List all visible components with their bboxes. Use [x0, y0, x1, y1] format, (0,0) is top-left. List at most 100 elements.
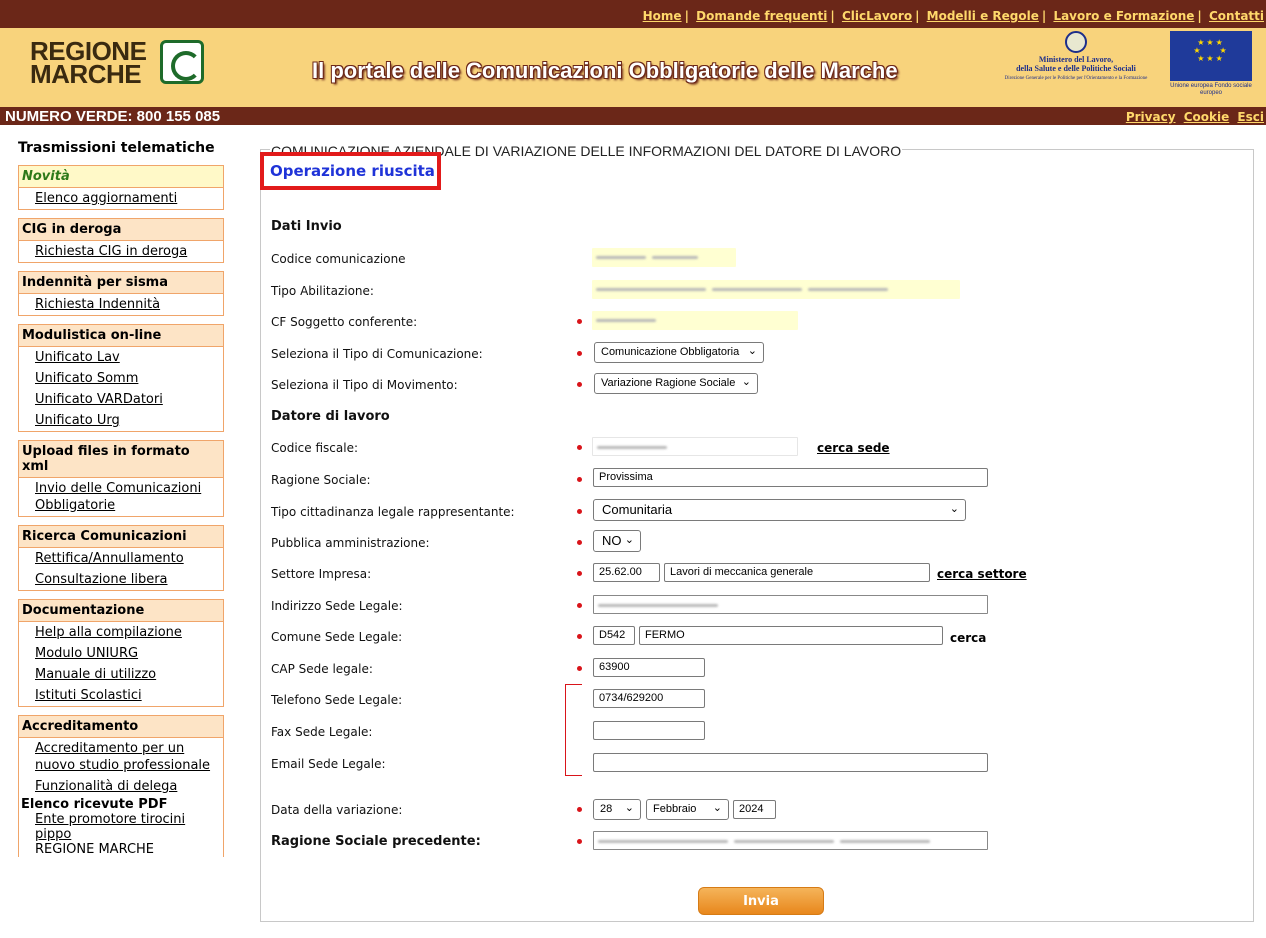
cerca-sede-link[interactable]: cerca sede [817, 441, 890, 455]
year-input[interactable]: 2024 [733, 800, 776, 819]
select-value: Variazione Ragione Sociale [601, 377, 736, 389]
required-marker [577, 477, 582, 482]
sidebar-group-head: Novità [19, 165, 223, 188]
chevron-down-icon: ⌄ [624, 802, 634, 814]
pdf-pippo-link[interactable]: pippo [19, 827, 223, 842]
top-nav: Home | Domande frequenti | ClicLavoro | Mod… [642, 9, 1264, 23]
month-select[interactable]: Febbraio ⌄ [646, 799, 729, 820]
settore-desc-input[interactable]: Lavori di meccanica generale [664, 563, 930, 582]
tipo-comunicazione-label: Seleziona il Tipo di Comunicazione: [271, 347, 483, 361]
sidebar-item-unificato-somm[interactable]: Unificato Somm [19, 368, 223, 389]
section-dati-invio: Dati Invio [271, 219, 342, 234]
codice-fiscale-label: Codice fiscale: [271, 441, 358, 455]
pubblica-amministrazione-label: Pubblica amministrazione: [271, 536, 430, 550]
chevron-down-icon: ⌄ [741, 376, 751, 388]
fax-label: Fax Sede Legale: [271, 725, 373, 739]
sidebar-item-delega[interactable]: Funzionalità di delega [19, 776, 223, 797]
codice-comunicazione-value [592, 248, 736, 267]
comune-label: Comune Sede Legale: [271, 630, 403, 644]
nav-faq-link[interactable]: Domande frequenti [696, 9, 827, 23]
sidebar-item-elenco-aggiornamenti[interactable]: Elenco aggiornamenti [19, 188, 223, 209]
codice-fiscale-input[interactable] [592, 437, 798, 456]
invia-button[interactable]: Invia [698, 887, 824, 915]
sidebar-group-head: CIG in deroga [19, 218, 223, 241]
sidebar-group-head: Documentazione [19, 599, 223, 622]
cerca-settore-link[interactable]: cerca settore [937, 567, 1027, 581]
required-marker [577, 382, 582, 387]
sidebar-item-richiesta-indennita[interactable]: Richiesta Indennità [19, 294, 223, 315]
nav-home-link[interactable]: Home [643, 9, 682, 23]
sidebar-group-modulistica: Modulistica on-line Unificato Lav Unific… [18, 324, 224, 432]
regione-marche-logo[interactable]: REGIONE MARCHE [30, 36, 210, 100]
comune-name-input[interactable]: FERMO [639, 626, 943, 645]
top-bar: Home | Domande frequenti | ClicLavoro | Mod… [0, 0, 1266, 28]
sidebar-group-head: Ricerca Comunicazioni [19, 525, 223, 548]
indirizzo-input[interactable] [593, 595, 988, 614]
sidebar-item-modulo-uniurg[interactable]: Modulo UNIURG [19, 643, 223, 664]
ministry-line1: Ministero del Lavoro, [1038, 55, 1114, 64]
sidebar-item-manuale[interactable]: Manuale di utilizzo [19, 664, 223, 685]
portal-title: Il portale delle Comunicazioni Obbligato… [312, 58, 898, 83]
sidebar-item-unificato-vardatori[interactable]: Unificato VARDatori [19, 389, 223, 410]
data-variazione-label: Data della variazione: [271, 803, 403, 817]
sidebar-title: Trasmissioni telematiche [18, 140, 215, 156]
required-marker [577, 603, 582, 608]
settore-code-input[interactable]: 25.62.00 [593, 563, 660, 582]
pdf-regione-text: REGIONE MARCHE [35, 842, 155, 857]
sub-header-bar: NUMERO VERDE: 800 155 085 Privacy Cookie… [0, 107, 1266, 125]
cittadinanza-select[interactable]: Comunitaria ⌄ [593, 499, 966, 521]
cap-input[interactable]: 63900 [593, 658, 705, 677]
select-value: NO [602, 533, 622, 548]
tipo-movimento-select[interactable]: Variazione Ragione Sociale ⌄ [594, 373, 758, 394]
cf-soggetto-value [592, 311, 798, 330]
email-input[interactable] [593, 753, 988, 772]
cerca-comune-label[interactable]: cerca [950, 631, 986, 645]
nav-contatti-link[interactable]: Contatti [1209, 9, 1264, 23]
privacy-link[interactable]: Privacy [1126, 110, 1176, 124]
sidebar-item-accreditamento-studio[interactable]: Accreditamento per un nuovo studio profe… [19, 738, 223, 776]
esci-link[interactable]: Esci [1237, 110, 1264, 124]
sidebar-group-documentazione: Documentazione Help alla compilazione Mo… [18, 599, 224, 707]
comune-code-input[interactable]: D542 [593, 626, 635, 645]
ragione-precedente-input[interactable] [593, 831, 988, 850]
ragione-precedente-label: Ragione Sociale precedente: [271, 834, 481, 849]
fax-input[interactable] [593, 721, 705, 740]
sidebar-item-unificato-urg[interactable]: Unificato Urg [19, 410, 223, 431]
required-marker [577, 807, 582, 812]
numero-verde: NUMERO VERDE: 800 155 085 [5, 108, 221, 125]
nav-modelli-link[interactable]: Modelli e Regole [927, 9, 1039, 23]
pdf-section-title: Elenco ricevute PDF [21, 797, 168, 812]
sidebar-item-invio-comunicazioni[interactable]: Invio delle Comunicazioni Obbligatorie [19, 478, 223, 516]
sidebar-item-istituti[interactable]: Istituti Scolastici [19, 685, 223, 706]
eu-logo: ★★★ ★ ★ ★★★ Unione europea Fondo sociale e… [1170, 31, 1252, 103]
telefono-input[interactable]: 0734/629200 [593, 689, 705, 708]
cittadinanza-label: Tipo cittadinanza legale rappresentante: [271, 505, 515, 519]
required-marker [577, 540, 582, 545]
nav-lavoro-formazione-link[interactable]: Lavoro e Formazione [1053, 9, 1194, 23]
required-marker [577, 509, 582, 514]
sidebar-group-sisma: Indennità per sisma Richiesta Indennità [18, 271, 224, 316]
ministry-line3: Direzione Generale per le Politiche per … [1004, 76, 1148, 81]
logo-text: REGIONE MARCHE [30, 36, 147, 89]
sidebar-group-ricerca: Ricerca Comunicazioni Rettifica/Annullam… [18, 525, 224, 591]
sidebar-item-richiesta-cig[interactable]: Richiesta CIG in deroga [19, 241, 223, 262]
select-value: Comunicazione Obbligatoria [601, 346, 740, 358]
nav-cliclavoro-link[interactable]: ClicLavoro [842, 9, 912, 23]
ragione-sociale-input[interactable]: Provissima [593, 468, 988, 487]
pdf-ente-promotore-link[interactable]: Ente promotore tirocini [19, 812, 223, 827]
sidebar-group-upload: Upload files in formato xml Invio delle … [18, 440, 224, 517]
cf-soggetto-label: CF Soggetto conferente: [271, 315, 418, 329]
ministry-logo: Ministero del Lavoro, della Salute e del… [992, 31, 1160, 103]
sidebar: Trasmissioni telematiche Novità Elenco a… [18, 140, 224, 857]
required-marker [577, 351, 582, 356]
pubblica-amministrazione-select[interactable]: NO ⌄ [593, 530, 641, 552]
sidebar-item-unificato-lav[interactable]: Unificato Lav [19, 347, 223, 368]
tipo-abilitazione-value [592, 280, 960, 299]
cookie-link[interactable]: Cookie [1184, 110, 1230, 124]
required-marker [577, 634, 582, 639]
day-select[interactable]: 28 ⌄ [593, 799, 641, 820]
sidebar-item-help[interactable]: Help alla compilazione [19, 622, 223, 643]
sidebar-item-rettifica[interactable]: Rettifica/Annullamento [19, 548, 223, 569]
sidebar-item-consultazione[interactable]: Consultazione libera [19, 569, 223, 590]
tipo-comunicazione-select[interactable]: Comunicazione Obbligatoria ⌄ [594, 342, 764, 363]
